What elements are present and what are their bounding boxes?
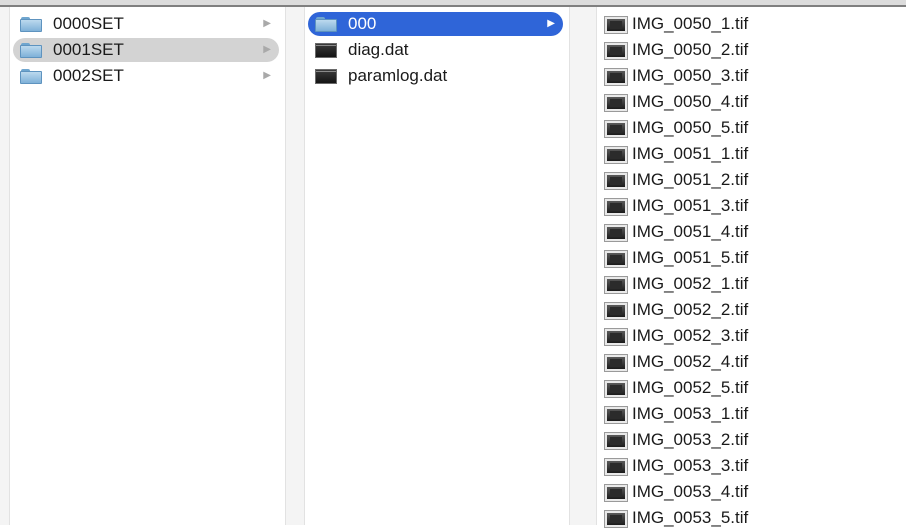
file-name: IMG_0052_1.tif bbox=[632, 274, 749, 293]
image-file-icon bbox=[605, 69, 627, 85]
browser-column-sets[interactable]: 0000SET ▶ 0001SET ▶ 0002SET ▶ bbox=[10, 7, 285, 525]
file-row[interactable]: IMG_0050_4.tif bbox=[597, 90, 900, 114]
folder-icon bbox=[315, 17, 337, 32]
file-name: IMG_0050_5.tif bbox=[632, 118, 749, 137]
file-name: IMG_0050_3.tif bbox=[632, 66, 749, 85]
item-label: diag.dat bbox=[348, 40, 409, 59]
column1-row[interactable]: 0000SET ▶ bbox=[13, 12, 279, 36]
image-file-icon bbox=[605, 95, 627, 111]
file-name: IMG_0053_5.tif bbox=[632, 508, 749, 527]
folder-icon bbox=[20, 17, 42, 32]
file-row[interactable]: IMG_0052_3.tif bbox=[597, 324, 900, 348]
item-label: 0000SET bbox=[53, 14, 124, 33]
file-row[interactable]: IMG_0051_4.tif bbox=[597, 220, 900, 244]
file-row[interactable]: IMG_0051_3.tif bbox=[597, 194, 900, 218]
column-resize-handle[interactable] bbox=[569, 7, 597, 525]
file-icon bbox=[315, 69, 337, 84]
folder-icon bbox=[20, 69, 42, 84]
file-row[interactable]: IMG_0052_2.tif bbox=[597, 298, 900, 322]
disclosure-arrow-icon[interactable]: ▶ bbox=[263, 69, 271, 83]
file-name: IMG_0052_5.tif bbox=[632, 378, 749, 397]
file-name: IMG_0052_4.tif bbox=[632, 352, 749, 371]
image-file-icon bbox=[605, 225, 627, 241]
disclosure-arrow-icon[interactable]: ▶ bbox=[263, 17, 271, 31]
file-name: IMG_0051_1.tif bbox=[632, 144, 749, 163]
file-name: IMG_0050_4.tif bbox=[632, 92, 749, 111]
column2-row[interactable]: paramlog.dat bbox=[308, 64, 563, 88]
file-name: IMG_0050_1.tif bbox=[632, 14, 749, 33]
item-label: 0001SET bbox=[53, 40, 124, 59]
file-name: IMG_0050_2.tif bbox=[632, 40, 749, 59]
column-resize-handle[interactable] bbox=[285, 7, 305, 525]
file-name: IMG_0052_3.tif bbox=[632, 326, 749, 345]
file-name: IMG_0052_2.tif bbox=[632, 300, 749, 319]
image-file-icon bbox=[605, 433, 627, 449]
browser-column-images[interactable]: IMG_0050_1.tif IMG_0050_2.tif IMG_0050_3… bbox=[597, 7, 906, 527]
image-file-icon bbox=[605, 355, 627, 371]
image-file-icon bbox=[605, 277, 627, 293]
image-file-icon bbox=[605, 511, 627, 527]
file-row[interactable]: IMG_0052_4.tif bbox=[597, 350, 900, 374]
file-name: IMG_0051_3.tif bbox=[632, 196, 749, 215]
file-row[interactable]: IMG_0050_1.tif bbox=[597, 12, 900, 36]
image-file-icon bbox=[605, 121, 627, 137]
column1-row[interactable]: 0002SET ▶ bbox=[13, 64, 279, 88]
file-row[interactable]: IMG_0053_3.tif bbox=[597, 454, 900, 478]
image-file-icon bbox=[605, 459, 627, 475]
column1-row[interactable]: 0001SET ▶ bbox=[13, 38, 279, 62]
file-row[interactable]: IMG_0050_5.tif bbox=[597, 116, 900, 140]
item-label: paramlog.dat bbox=[348, 66, 448, 85]
image-file-icon bbox=[605, 199, 627, 215]
file-row[interactable]: IMG_0053_1.tif bbox=[597, 402, 900, 426]
file-name: IMG_0053_3.tif bbox=[632, 456, 749, 475]
browser-column-set-contents[interactable]: 000 ▶ diag.dat paramlog.dat bbox=[305, 7, 569, 525]
column2-row[interactable]: diag.dat bbox=[308, 38, 563, 62]
file-row[interactable]: IMG_0051_2.tif bbox=[597, 168, 900, 192]
image-file-icon bbox=[605, 407, 627, 423]
file-name: IMG_0051_4.tif bbox=[632, 222, 749, 241]
file-name: IMG_0053_1.tif bbox=[632, 404, 749, 423]
image-file-icon bbox=[605, 17, 627, 33]
file-row[interactable]: IMG_0053_4.tif bbox=[597, 480, 900, 504]
item-label: 0002SET bbox=[53, 66, 124, 85]
image-file-icon bbox=[605, 147, 627, 163]
file-row[interactable]: IMG_0052_1.tif bbox=[597, 272, 900, 296]
file-icon bbox=[315, 43, 337, 58]
file-row[interactable]: IMG_0052_5.tif bbox=[597, 376, 900, 400]
file-name: IMG_0053_2.tif bbox=[632, 430, 749, 449]
folder-icon bbox=[20, 43, 42, 58]
file-name: IMG_0051_2.tif bbox=[632, 170, 749, 189]
image-file-icon bbox=[605, 329, 627, 345]
file-name: IMG_0051_5.tif bbox=[632, 248, 749, 267]
image-file-icon bbox=[605, 485, 627, 501]
image-file-icon bbox=[605, 43, 627, 59]
disclosure-arrow-icon[interactable]: ▶ bbox=[547, 17, 555, 31]
file-name: IMG_0053_4.tif bbox=[632, 482, 749, 501]
image-file-icon bbox=[605, 251, 627, 267]
file-row[interactable]: IMG_0050_3.tif bbox=[597, 64, 900, 88]
file-row[interactable]: IMG_0053_2.tif bbox=[597, 428, 900, 452]
image-file-icon bbox=[605, 381, 627, 397]
file-row[interactable]: IMG_0053_5.tif bbox=[597, 506, 900, 530]
image-file-icon bbox=[605, 173, 627, 189]
image-file-icon bbox=[605, 303, 627, 319]
file-row[interactable]: IMG_0051_5.tif bbox=[597, 246, 900, 270]
column2-row[interactable]: 000 ▶ bbox=[308, 12, 563, 36]
column-left-gutter bbox=[0, 7, 10, 525]
file-row[interactable]: IMG_0051_1.tif bbox=[597, 142, 900, 166]
window-top-border bbox=[0, 0, 906, 7]
file-row[interactable]: IMG_0050_2.tif bbox=[597, 38, 900, 62]
disclosure-arrow-icon[interactable]: ▶ bbox=[263, 43, 271, 57]
item-label: 000 bbox=[348, 14, 377, 33]
